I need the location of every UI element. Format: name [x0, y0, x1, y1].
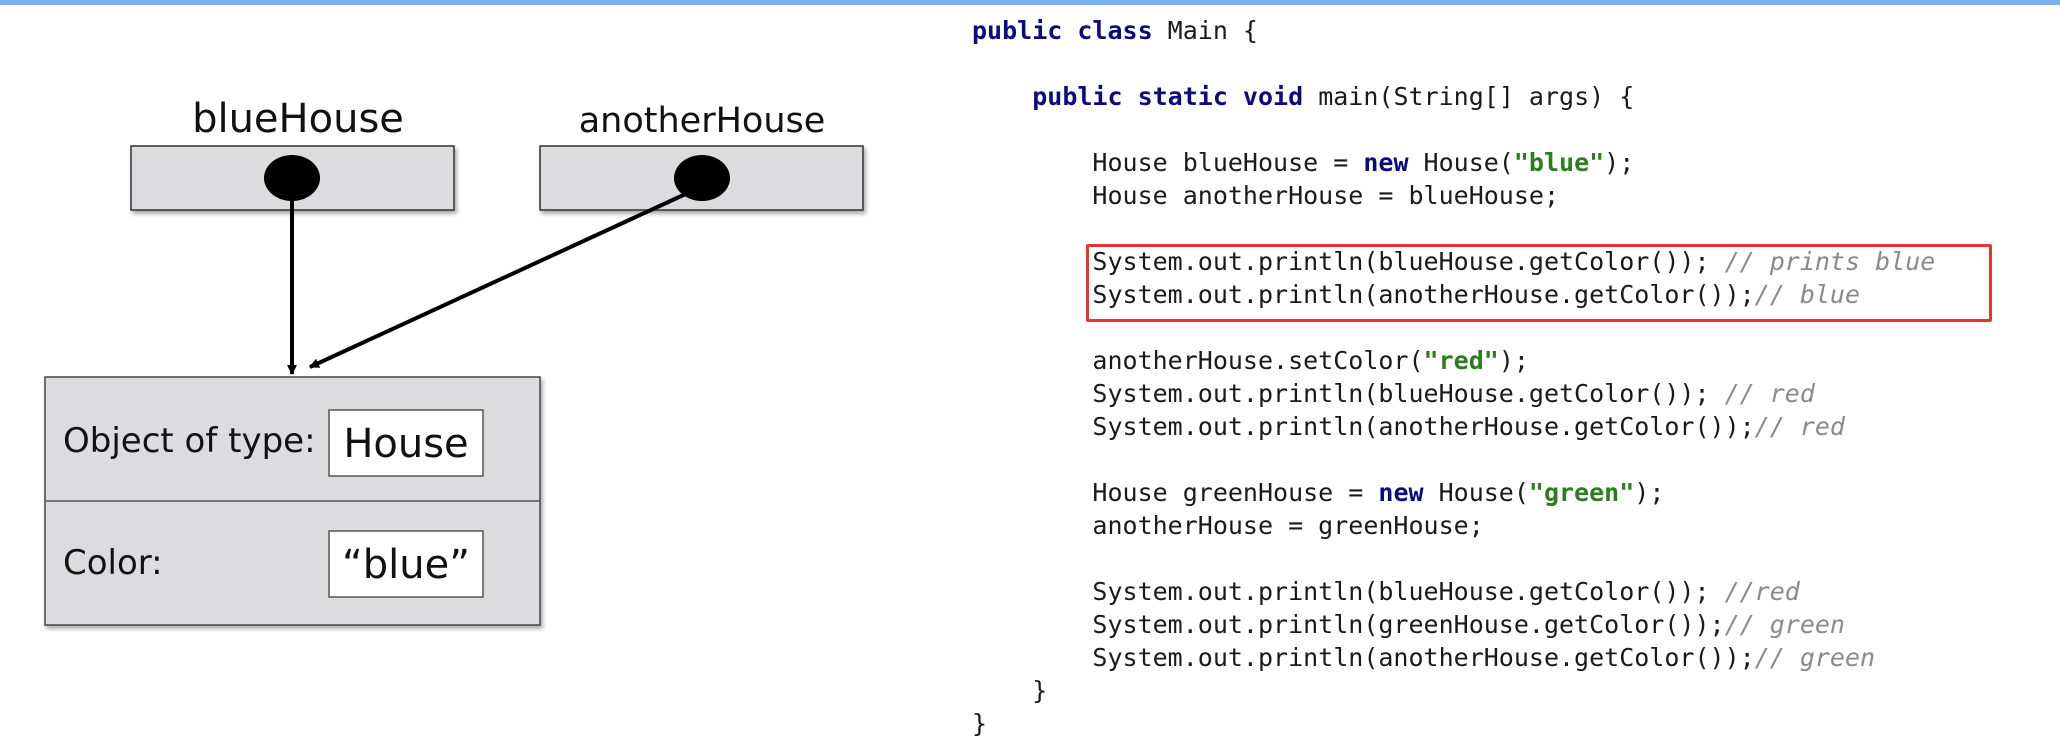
code-token: public class	[972, 16, 1153, 45]
code-token: System.out.println(anotherHouse.getColor…	[972, 412, 1755, 441]
code-token: House greenHouse =	[972, 478, 1379, 507]
object-color-label: Color:	[63, 543, 163, 583]
code-token: System.out.println(anotherHouse.getColor…	[972, 643, 1755, 672]
object-type-value: House	[343, 421, 468, 467]
code-token: }	[972, 709, 988, 738]
code-token: House(	[1423, 478, 1529, 507]
code-line: }	[972, 707, 1935, 740]
code-token: );	[1498, 346, 1529, 375]
code-token: new	[1363, 148, 1409, 177]
code-token: );	[1634, 478, 1665, 507]
code-line: System.out.println(greenHouse.getColor()…	[972, 608, 1935, 641]
code-token: // green	[1754, 643, 1876, 672]
code-line: System.out.println(blueHouse.getColor())…	[972, 377, 1935, 410]
code-token: anotherHouse = greenHouse;	[972, 511, 1484, 540]
code-token: Main {	[1152, 16, 1258, 45]
code-line: House anotherHouse = blueHouse;	[972, 179, 1935, 212]
code-token: // red	[1754, 412, 1845, 441]
code-token: "blue"	[1513, 148, 1605, 177]
object-type-label: Object of type:	[63, 421, 316, 461]
code-token: // red	[1724, 379, 1815, 408]
code-token: "green"	[1528, 478, 1635, 507]
code-line: System.out.println(blueHouse.getColor())…	[972, 245, 1935, 278]
code-token: public static void	[1032, 82, 1304, 111]
code-line: House blueHouse = new House("blue");	[972, 146, 1935, 179]
code-token: new	[1378, 478, 1424, 507]
code-line: }	[972, 674, 1935, 707]
code-token: "red"	[1423, 346, 1499, 375]
code-token: System.out.println(blueHouse.getColor())…	[972, 577, 1725, 606]
code-token: //red	[1724, 577, 1800, 606]
code-line: House greenHouse = new House("green");	[972, 476, 1935, 509]
variable-label-bluehouse: blueHouse	[192, 96, 404, 142]
reference-arrow-anotherhouse	[309, 190, 691, 369]
code-token: System.out.println(blueHouse.getColor())…	[972, 247, 1725, 276]
reference-diagram: blueHouse anotherHouse Object of type: H…	[44, 96, 864, 626]
code-token: System.out.println(anotherHouse.getColor…	[972, 280, 1755, 309]
reference-dot-bluehouse	[264, 155, 320, 201]
variable-label-anotherhouse: anotherHouse	[579, 101, 826, 141]
code-line: anotherHouse.setColor("red");	[972, 344, 1935, 377]
code-token: House blueHouse =	[972, 148, 1364, 177]
code-token: anotherHouse.setColor(	[972, 346, 1424, 375]
code-token: System.out.println(blueHouse.getColor())…	[972, 379, 1725, 408]
code-token: House(	[1408, 148, 1514, 177]
code-line: anotherHouse = greenHouse;	[972, 509, 1935, 542]
code-line: System.out.println(blueHouse.getColor())…	[972, 575, 1935, 608]
code-token: System.out.println(greenHouse.getColor()…	[972, 610, 1725, 639]
object-color-value: “blue”	[342, 542, 470, 588]
java-code-block: public class Main { public static void m…	[972, 14, 1935, 740]
code-token: // prints blue	[1724, 247, 1936, 276]
code-token: House anotherHouse = blueHouse;	[972, 181, 1559, 210]
code-line: public class Main {	[972, 14, 1935, 47]
code-line: System.out.println(anotherHouse.getColor…	[972, 641, 1935, 674]
code-token: // blue	[1754, 280, 1861, 309]
code-line: System.out.println(anotherHouse.getColor…	[972, 278, 1935, 311]
code-token: main(String[] args) {	[1303, 82, 1635, 111]
code-token: // green	[1724, 610, 1845, 639]
code-line: public static void main(String[] args) {	[972, 80, 1935, 113]
code-token: }	[972, 676, 1048, 705]
code-token: );	[1604, 148, 1635, 177]
code-line: System.out.println(anotherHouse.getColor…	[972, 410, 1935, 443]
